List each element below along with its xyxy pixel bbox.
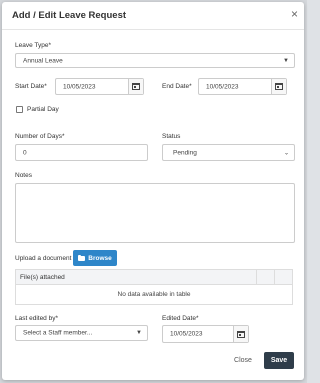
files-table-header: File(s) attached	[16, 270, 292, 285]
calendar-icon	[237, 330, 245, 338]
folder-icon	[78, 254, 86, 261]
staff-member-select[interactable]: Select a Staff member... ▼	[15, 325, 148, 341]
number-of-days-label: Number of Days*	[15, 133, 65, 140]
partial-day-checkbox[interactable]	[16, 106, 23, 113]
modal-title: Add / Edit Leave Request	[12, 10, 127, 21]
end-date-calendar-button[interactable]	[271, 79, 286, 94]
edited-date-calendar-button[interactable]	[233, 326, 248, 342]
leave-request-modal: Add / Edit Leave Request × Leave Type* A…	[2, 2, 304, 380]
files-table: File(s) attached No data available in ta…	[15, 269, 293, 305]
leave-type-value: Annual Leave	[23, 57, 63, 64]
browse-button[interactable]: Browse	[73, 250, 117, 266]
chevron-down-icon: ⌄	[283, 150, 289, 156]
status-select[interactable]: Pending ⌄	[162, 144, 295, 161]
calendar-icon	[132, 83, 140, 90]
calendar-icon	[275, 83, 283, 90]
files-attached-header: File(s) attached	[20, 274, 65, 281]
column-divider	[256, 270, 257, 284]
edited-date-input[interactable]: 10/05/2023	[162, 325, 249, 343]
notes-textarea[interactable]	[15, 183, 295, 243]
close-icon[interactable]: ×	[291, 8, 298, 20]
save-button[interactable]: Save	[264, 352, 294, 369]
close-button[interactable]: Close	[227, 352, 259, 369]
staff-member-placeholder: Select a Staff member...	[23, 329, 93, 337]
end-date-value: 10/05/2023	[206, 83, 239, 90]
number-of-days-input[interactable]: 0	[15, 144, 148, 161]
upload-document-label: Upload a document	[15, 255, 72, 262]
browse-button-label: Browse	[88, 254, 112, 262]
status-value: Pending	[173, 149, 197, 156]
leave-type-label: Leave Type*	[15, 42, 52, 49]
start-date-input[interactable]: 10/05/2023	[55, 78, 144, 95]
end-date-label: End Date*	[162, 83, 192, 90]
modal-header: Add / Edit Leave Request ×	[2, 2, 304, 30]
chevron-down-icon: ▼	[136, 330, 142, 336]
leave-type-select[interactable]: Annual Leave ▼	[15, 53, 295, 68]
partial-day-label: Partial Day	[27, 106, 59, 113]
start-date-calendar-button[interactable]	[128, 79, 143, 94]
status-label: Status	[162, 133, 181, 140]
edited-date-value: 10/05/2023	[170, 330, 203, 338]
start-date-label: Start Date*	[15, 83, 47, 90]
notes-label: Notes	[15, 172, 32, 179]
files-table-empty-message: No data available in table	[117, 290, 191, 298]
chevron-down-icon: ▼	[283, 57, 289, 64]
last-edited-by-label: Last edited by*	[15, 315, 59, 322]
number-of-days-value: 0	[23, 149, 27, 156]
edited-date-label: Edited Date*	[162, 315, 199, 322]
column-divider	[274, 270, 275, 284]
end-date-input[interactable]: 10/05/2023	[198, 78, 287, 95]
start-date-value: 10/05/2023	[63, 83, 96, 90]
